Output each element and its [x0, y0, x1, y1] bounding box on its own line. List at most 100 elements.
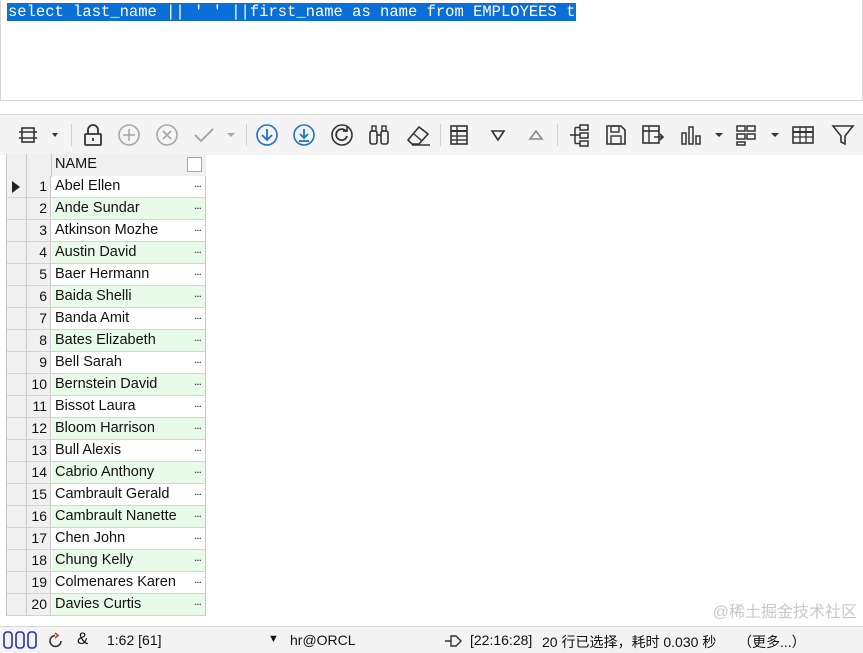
name-cell[interactable]: Chung Kelly... [52, 550, 206, 571]
cell-more-button[interactable]: ... [194, 572, 202, 590]
cell-more-button[interactable]: ... [194, 242, 202, 260]
tree-view-button[interactable] [565, 121, 591, 149]
name-cell[interactable]: Banda Amit... [52, 308, 206, 329]
row-selector[interactable] [7, 528, 27, 549]
table-row[interactable]: 10 Bernstein David... [7, 374, 206, 396]
grid-corner[interactable] [7, 154, 27, 176]
name-cell[interactable]: Bull Alexis... [52, 440, 206, 461]
name-cell[interactable]: Cambrault Nanette... [52, 506, 206, 527]
name-cell[interactable]: Cabrio Anthony... [52, 462, 206, 483]
cell-more-button[interactable]: ... [194, 352, 202, 370]
table-row[interactable]: 12 Bloom Harrison... [7, 418, 206, 440]
name-cell[interactable]: Colmenares Karen... [52, 572, 206, 593]
name-cell[interactable]: Bloom Harrison... [52, 418, 206, 439]
table-row[interactable]: 9 Bell Sarah... [7, 352, 206, 374]
cell-more-button[interactable]: ... [194, 528, 202, 546]
row-selector[interactable] [7, 242, 27, 263]
cell-more-button[interactable]: ... [194, 550, 202, 568]
record-view-button[interactable] [447, 121, 473, 149]
name-cell[interactable]: Atkinson Mozhe... [52, 220, 206, 241]
row-selector[interactable] [7, 594, 27, 615]
fetch-all-button[interactable] [291, 121, 317, 149]
cell-more-button[interactable]: ... [194, 396, 202, 414]
name-cell[interactable]: Baida Shelli... [52, 286, 206, 307]
table-row[interactable]: 1 Abel Ellen... [7, 176, 206, 198]
row-selector[interactable] [7, 374, 27, 395]
table-row[interactable]: 19 Colmenares Karen... [7, 572, 206, 594]
name-cell[interactable]: Bernstein David... [52, 374, 206, 395]
more-link[interactable]: （更多...） [738, 632, 806, 652]
cell-more-button[interactable]: ... [194, 374, 202, 392]
name-cell[interactable]: Davies Curtis... [52, 594, 206, 615]
column-select-checkbox[interactable] [187, 157, 202, 172]
lock-button[interactable] [80, 121, 106, 149]
row-selector[interactable] [7, 550, 27, 571]
layout-dropdown-button[interactable] [734, 121, 782, 149]
grid-view-button[interactable] [790, 121, 816, 149]
row-selector[interactable] [7, 418, 27, 439]
table-row[interactable]: 17 Chen John... [7, 528, 206, 550]
sort-desc-button[interactable] [485, 121, 511, 149]
row-selector[interactable] [7, 264, 27, 285]
table-row[interactable]: 16 Cambrault Nanette... [7, 506, 206, 528]
row-selector[interactable] [7, 330, 27, 351]
ampersand-icon[interactable]: & [77, 629, 88, 649]
cell-more-button[interactable]: ... [194, 264, 202, 282]
name-cell[interactable]: Bell Sarah... [52, 352, 206, 373]
clear-button[interactable] [403, 121, 433, 149]
cell-more-button[interactable]: ... [194, 308, 202, 326]
cell-more-button[interactable]: ... [194, 330, 202, 348]
table-row[interactable]: 14 Cabrio Anthony... [7, 462, 206, 484]
column-header-name[interactable]: NAME [55, 156, 97, 172]
row-selector[interactable] [7, 572, 27, 593]
connection-name[interactable]: hr@ORCL [290, 632, 356, 648]
add-row-button[interactable] [116, 121, 142, 149]
filter-button[interactable] [830, 121, 856, 149]
row-selector[interactable] [7, 484, 27, 505]
cell-more-button[interactable]: ... [194, 220, 202, 238]
cell-more-button[interactable]: ... [194, 440, 202, 458]
sql-editor[interactable]: select last_name || ' ' ||first_name as … [0, 0, 863, 101]
row-selector[interactable] [7, 462, 27, 483]
refresh-button[interactable] [329, 121, 355, 149]
name-cell[interactable]: Chen John... [52, 528, 206, 549]
undo-icon[interactable] [47, 632, 65, 650]
row-selector[interactable] [7, 506, 27, 527]
panels-dropdown-button[interactable] [14, 121, 60, 149]
row-selector[interactable] [7, 176, 27, 197]
confirm-dropdown-button[interactable] [190, 121, 240, 149]
table-row[interactable]: 4 Austin David... [7, 242, 206, 264]
find-button[interactable] [366, 121, 392, 149]
row-selector[interactable] [7, 396, 27, 417]
sort-asc-button[interactable] [523, 121, 549, 149]
pin-icon[interactable] [444, 634, 464, 648]
table-row[interactable]: 18 Chung Kelly... [7, 550, 206, 572]
delete-row-button[interactable] [154, 121, 180, 149]
table-row[interactable]: 15 Cambrault Gerald... [7, 484, 206, 506]
name-cell[interactable]: Ande Sundar... [52, 198, 206, 219]
save-button[interactable] [603, 121, 629, 149]
name-cell[interactable]: Abel Ellen... [52, 176, 206, 197]
row-selector[interactable] [7, 220, 27, 241]
row-selector[interactable] [7, 286, 27, 307]
cell-more-button[interactable]: ... [194, 484, 202, 502]
table-row[interactable]: 6 Baida Shelli... [7, 286, 206, 308]
table-row[interactable]: 13 Bull Alexis... [7, 440, 206, 462]
table-row[interactable]: 7 Banda Amit... [7, 308, 206, 330]
export-button[interactable] [640, 121, 666, 149]
cell-more-button[interactable]: ... [194, 418, 202, 436]
fetch-next-button[interactable] [254, 121, 280, 149]
cell-more-button[interactable]: ... [194, 176, 202, 194]
cell-more-button[interactable]: ... [194, 462, 202, 480]
table-row[interactable]: 11 Bissot Laura... [7, 396, 206, 418]
row-selector[interactable] [7, 440, 27, 461]
row-selector[interactable] [7, 198, 27, 219]
name-cell[interactable]: Bates Elizabeth... [52, 330, 206, 351]
chart-dropdown-button[interactable] [678, 121, 726, 149]
connection-dropdown-icon[interactable]: ▼ [268, 633, 279, 645]
cell-more-button[interactable]: ... [194, 286, 202, 304]
table-row[interactable]: 5 Baer Hermann... [7, 264, 206, 286]
row-selector[interactable] [7, 352, 27, 373]
table-row[interactable]: 3 Atkinson Mozhe... [7, 220, 206, 242]
cell-more-button[interactable]: ... [194, 506, 202, 524]
